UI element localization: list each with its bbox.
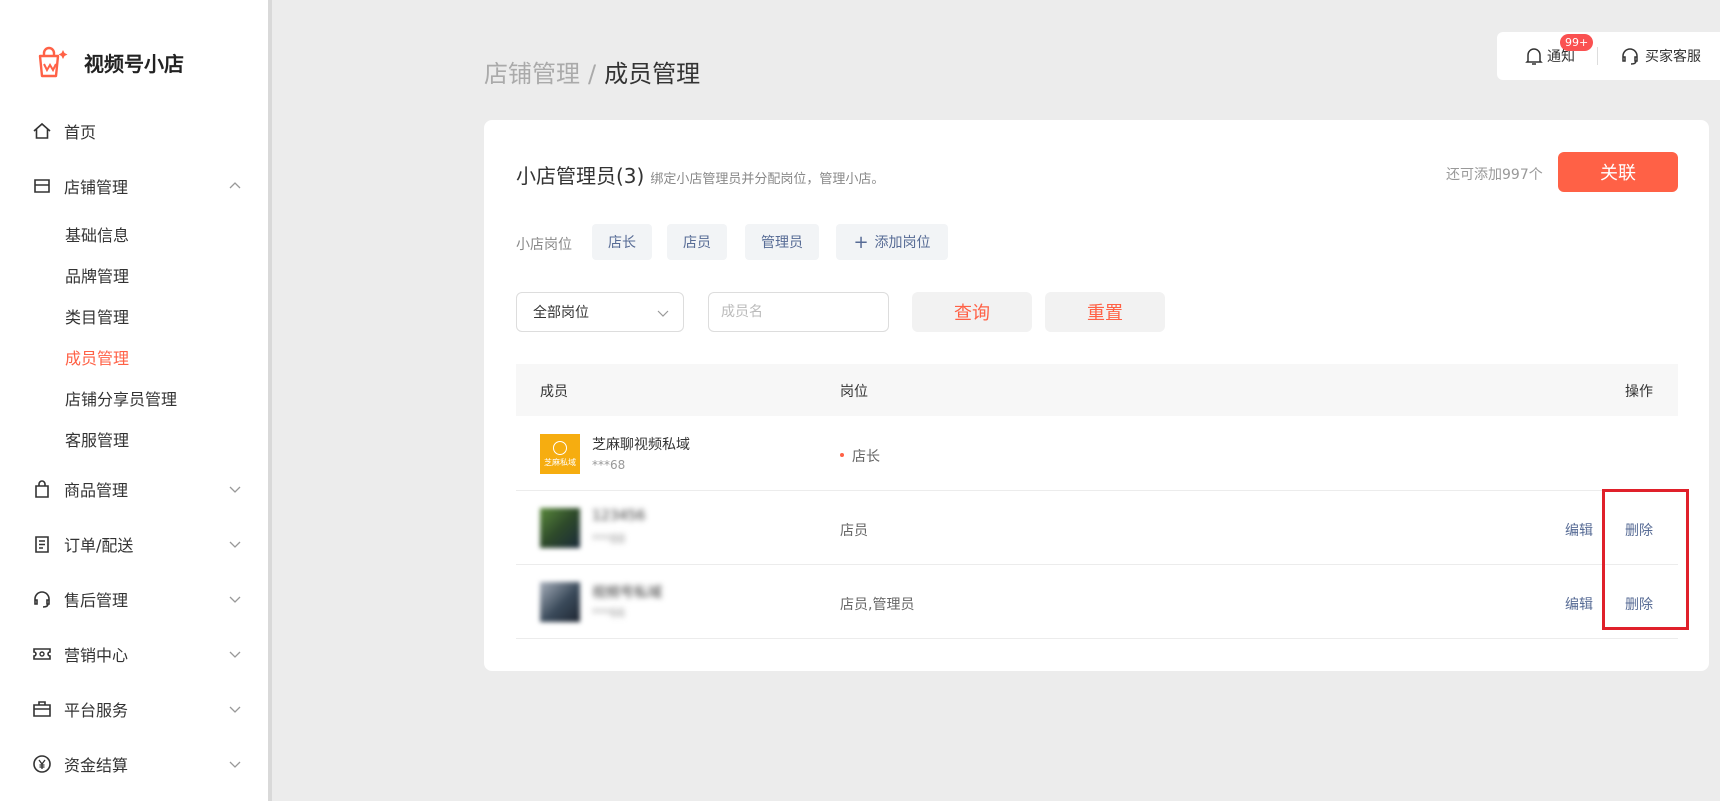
sidebar-item-label: 首页 (64, 123, 97, 142)
link-member-button[interactable]: 关联 (1558, 152, 1678, 192)
sidebar-subitem-brand[interactable]: 品牌管理 (65, 263, 129, 287)
role-tag-clerk[interactable]: 店员 (667, 224, 727, 260)
chevron-down-icon (229, 706, 241, 713)
briefcase-icon (33, 701, 51, 717)
brand[interactable]: 视频号小店 (34, 44, 184, 80)
chevron-down-icon (229, 486, 241, 493)
member-phone: ***66 (592, 606, 626, 620)
add-role-label: 添加岗位 (874, 235, 931, 251)
buyer-service-button[interactable]: 买家客服 (1620, 46, 1701, 66)
yuan-coin-icon (33, 755, 51, 773)
role-tag-store-manager[interactable]: 店长 (592, 224, 652, 260)
plus-icon: + (853, 231, 869, 253)
sidebar-subitem-basic-info[interactable]: 基础信息 (65, 222, 129, 246)
sidebar-subitem-category[interactable]: 类目管理 (65, 304, 129, 328)
table-row: 芝麻私域 芝麻聊视频私域 ***68 店长 (516, 417, 1678, 491)
column-header-action: 操作 (1625, 384, 1653, 400)
sidebar-item-label: 资金结算 (64, 756, 129, 775)
chevron-up-icon (229, 182, 241, 189)
brand-name: 视频号小店 (84, 51, 184, 76)
member-role-text: 店长 (852, 449, 880, 465)
sidebar-item-label: 店铺管理 (64, 178, 129, 197)
member-phone: ***68 (592, 458, 626, 472)
sidebar-item-label: 平台服务 (64, 701, 129, 720)
member-role: 店长 (840, 446, 880, 466)
table-header: 成员 岗位 操作 (516, 364, 1678, 416)
chevron-down-icon (229, 651, 241, 658)
member-name: 视频号私域 (592, 585, 662, 601)
sidebar-item-after-sales[interactable]: 售后管理 (32, 585, 242, 613)
sidebar-subitem-sharers[interactable]: 店铺分享员管理 (65, 386, 177, 410)
delete-link[interactable]: 删除 (1625, 520, 1653, 540)
member-name-input[interactable] (708, 292, 889, 332)
sidebar-item-settlement[interactable]: 资金结算 (32, 750, 242, 778)
edit-link[interactable]: 编辑 (1565, 520, 1593, 540)
sidebar-item-orders[interactable]: 订单/配送 (32, 530, 242, 558)
add-role-button[interactable]: + 添加岗位 (836, 224, 948, 260)
role-filter-value: 全部岗位 (533, 305, 589, 321)
sidebar-item-label: 营销中心 (64, 646, 129, 665)
breadcrumb-parent[interactable]: 店铺管理 (484, 60, 580, 88)
headset-icon (34, 591, 50, 608)
delete-link[interactable]: 删除 (1625, 594, 1653, 614)
table-row: 123456 ***88 店员 编辑 删除 (516, 491, 1678, 565)
order-list-icon (35, 536, 49, 553)
shop-logo-icon (38, 46, 68, 78)
member-role: 店员 (840, 523, 868, 539)
sidebar-subitem-members[interactable]: 成员管理 (65, 345, 129, 369)
avatar (540, 508, 580, 548)
member-role: 店员,管理员 (840, 597, 915, 613)
ticket-icon (33, 648, 51, 660)
avatar-text: 芝麻私域 (544, 457, 576, 467)
sidebar-item-label: 订单/配送 (64, 536, 134, 555)
sidebar-subitem-customer-service[interactable]: 客服管理 (65, 427, 129, 451)
store-icon (34, 179, 50, 193)
shopping-bag-icon (35, 480, 49, 498)
avatar: 芝麻私域 (540, 434, 580, 474)
column-header-member: 成员 (540, 384, 568, 400)
member-name: 123456 (592, 508, 646, 524)
sidebar-item-products[interactable]: 商品管理 (32, 475, 242, 503)
reset-button[interactable]: 重置 (1045, 292, 1165, 332)
column-header-role: 岗位 (840, 384, 868, 400)
breadcrumb: 店铺管理 / 成员管理 (484, 54, 700, 89)
sidebar-item-marketing[interactable]: 营销中心 (32, 640, 242, 668)
role-filter-select[interactable]: 全部岗位 (516, 292, 684, 332)
sidebar-item-platform-services[interactable]: 平台服务 (32, 695, 242, 723)
chevron-down-icon (229, 761, 241, 768)
notification-button[interactable]: 通知 99+ (1525, 34, 1594, 66)
role-dot-icon (840, 453, 844, 457)
member-phone: ***88 (592, 532, 626, 546)
role-tag-admin[interactable]: 管理员 (745, 224, 819, 260)
member-name: 芝麻聊视频私域 (592, 437, 690, 453)
card-header: 小店管理员(3) 绑定小店管理员并分配岗位，管理小店。 (516, 160, 884, 189)
card-title: 小店管理员(3) (516, 164, 645, 188)
edit-link[interactable]: 编辑 (1565, 594, 1593, 614)
bell-icon (1525, 48, 1543, 65)
topbar: 通知 99+ 买家客服 (1497, 32, 1720, 80)
home-icon (33, 122, 51, 139)
sidebar: 视频号小店 首页 店铺管理 基础信息 品牌管理 类目管理 成员管理 店铺分享员管… (0, 0, 272, 801)
chevron-down-icon (229, 596, 241, 603)
roles-label: 小店岗位 (516, 237, 572, 253)
avatar (540, 582, 580, 622)
breadcrumb-separator: / (588, 60, 597, 88)
member-management-card: 小店管理员(3) 绑定小店管理员并分配岗位，管理小店。 还可添加997个 关联 … (484, 120, 1709, 671)
page-title: 成员管理 (604, 60, 701, 88)
buyer-service-label: 买家客服 (1645, 49, 1701, 65)
sidebar-item-label: 商品管理 (64, 481, 129, 500)
chevron-down-icon (229, 541, 241, 548)
avatar-emblem-icon (553, 440, 567, 455)
sidebar-item-store-management[interactable]: 店铺管理 (32, 172, 242, 200)
chevron-down-icon (657, 310, 669, 317)
remaining-quota: 还可添加997个 (1446, 167, 1543, 183)
notification-badge: 99+ (1560, 34, 1594, 51)
table-row: 视频号私域 ***66 店员,管理员 编辑 删除 (516, 565, 1678, 639)
sidebar-item-home[interactable]: 首页 (32, 117, 242, 145)
card-description: 绑定小店管理员并分配岗位，管理小店。 (650, 172, 885, 187)
headset-icon (1622, 48, 1638, 65)
topbar-divider (1597, 47, 1598, 65)
query-button[interactable]: 查询 (912, 292, 1032, 332)
sidebar-item-label: 售后管理 (64, 591, 129, 610)
